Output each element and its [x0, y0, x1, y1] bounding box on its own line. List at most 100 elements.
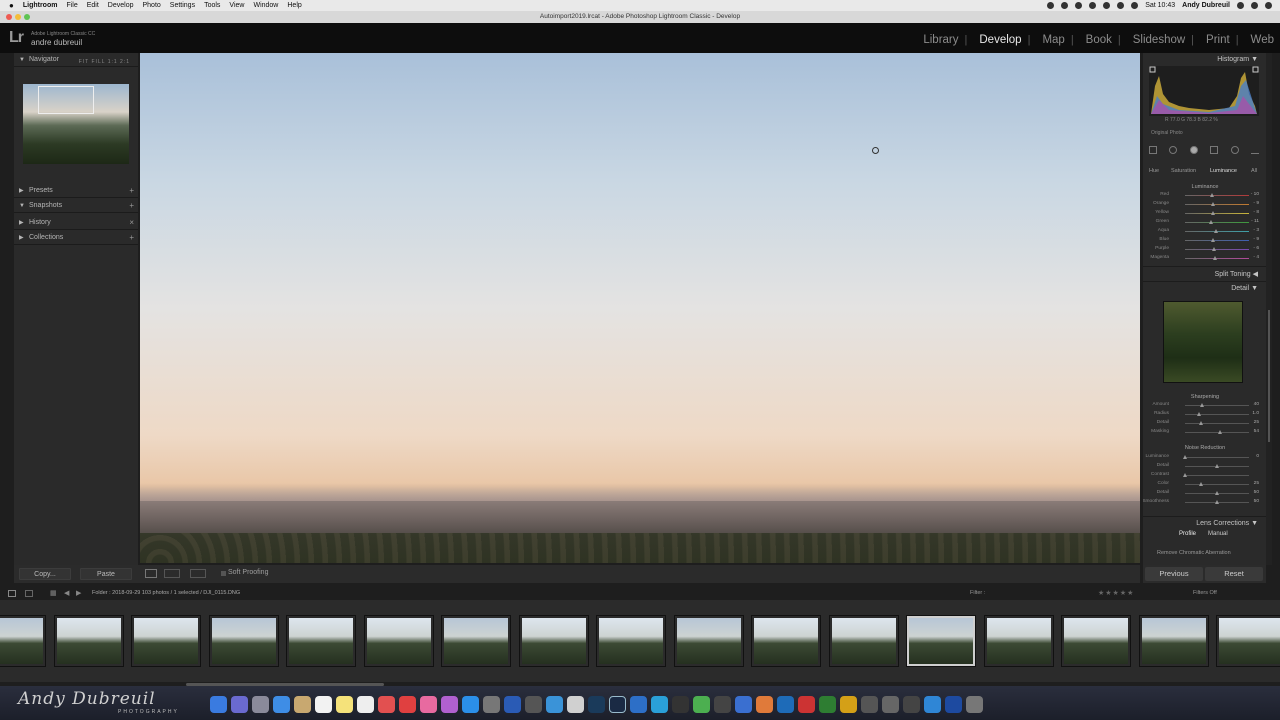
- wifi-icon[interactable]: [1103, 2, 1111, 9]
- filmstrip-thumbnail[interactable]: [596, 615, 666, 667]
- app-icon[interactable]: [714, 696, 731, 713]
- app-icon[interactable]: [735, 696, 752, 713]
- menubar-user[interactable]: Andy Dubreuil: [1182, 2, 1230, 9]
- slider-row[interactable]: Masking 54: [1147, 428, 1259, 437]
- photos-icon[interactable]: [378, 696, 395, 713]
- slider-track[interactable]: [1185, 414, 1249, 415]
- slider-track[interactable]: [1185, 204, 1249, 205]
- chrome-icon[interactable]: [693, 696, 710, 713]
- zoom-window-button[interactable]: [24, 14, 30, 20]
- previous-button[interactable]: Previous: [1145, 567, 1203, 581]
- slider-knob[interactable]: [1199, 421, 1203, 425]
- filmstrip-source-path[interactable]: Folder : 2018-09-29 103 photos / 1 selec…: [92, 590, 240, 596]
- slider-knob[interactable]: [1183, 473, 1187, 477]
- launchpad-icon[interactable]: [252, 696, 269, 713]
- detail-header[interactable]: Detail ▼: [1143, 281, 1266, 294]
- apple-menu-icon[interactable]: ●: [9, 1, 14, 10]
- navigator-zoom-options[interactable]: FIT FILL 1:1 2:1: [79, 55, 130, 69]
- back-arrow-icon[interactable]: ◀: [64, 589, 69, 597]
- slider-row[interactable]: Detail 25: [1147, 419, 1259, 428]
- rating-filter-stars-icon[interactable]: ★★★★★: [1098, 589, 1134, 597]
- upwork-icon[interactable]: [546, 696, 563, 713]
- system-preferences-icon[interactable]: [483, 696, 500, 713]
- module-book[interactable]: Book: [1086, 34, 1112, 46]
- slider-value[interactable]: 50: [1254, 490, 1259, 495]
- right-panel-scrollbar[interactable]: [1266, 53, 1272, 565]
- loupe-view-icon[interactable]: [145, 569, 157, 578]
- close-window-button[interactable]: [6, 14, 12, 20]
- battery-icon[interactable]: [1131, 2, 1139, 9]
- word-icon[interactable]: [504, 696, 521, 713]
- search-icon[interactable]: [1237, 2, 1244, 9]
- presets-header[interactable]: ▶ Presets +: [14, 184, 138, 198]
- filmstrip-thumbnail[interactable]: [208, 615, 279, 667]
- slider-knob[interactable]: [1213, 256, 1218, 260]
- slider-track[interactable]: [1185, 213, 1249, 214]
- slider-track[interactable]: [1185, 423, 1249, 424]
- history-header[interactable]: ▶ History ×: [14, 216, 138, 230]
- split-toning-header[interactable]: Split Toning ◀: [1143, 266, 1266, 279]
- filmstrip-thumbnail[interactable]: [0, 615, 46, 667]
- second-window-icon[interactable]: [25, 590, 33, 597]
- notification-center-icon[interactable]: [1265, 2, 1272, 9]
- menu-lightroom[interactable]: Lightroom: [23, 2, 58, 9]
- menubar-clock[interactable]: Sat 10:43: [1145, 2, 1175, 9]
- menu-settings[interactable]: Settings: [170, 2, 195, 9]
- snapshots-header[interactable]: ▼ Snapshots +: [14, 199, 138, 213]
- menu-view[interactable]: View: [229, 2, 244, 9]
- slider-row[interactable]: Blue - 9: [1147, 236, 1259, 245]
- filmstrip-thumbnail[interactable]: [1138, 615, 1209, 667]
- slider-row[interactable]: Amount 40: [1147, 401, 1259, 410]
- contacts-icon[interactable]: [294, 696, 311, 713]
- slider-row[interactable]: Smoothness 50: [1143, 498, 1259, 507]
- slider-row[interactable]: Red - 10: [1147, 191, 1259, 200]
- slider-track[interactable]: [1185, 249, 1249, 250]
- filmstrip-thumbnail[interactable]: [441, 615, 511, 667]
- navigator-header[interactable]: ▼ Navigator FIT FILL 1:1 2:1: [14, 53, 138, 67]
- disk-utility-icon[interactable]: [567, 696, 584, 713]
- app-icon[interactable]: [756, 696, 773, 713]
- module-map[interactable]: Map: [1042, 34, 1064, 46]
- filters-off-dropdown[interactable]: Filters Off: [1193, 590, 1217, 596]
- slider-row[interactable]: Green - 11: [1147, 218, 1259, 227]
- photoshop-icon[interactable]: [588, 696, 605, 713]
- add-preset-icon[interactable]: +: [129, 184, 134, 198]
- crop-tool-icon[interactable]: [1149, 146, 1157, 154]
- calendar-icon[interactable]: [315, 696, 332, 713]
- copy-settings-button[interactable]: Copy...: [19, 568, 71, 580]
- slider-knob[interactable]: [1215, 500, 1219, 504]
- menu-photo[interactable]: Photo: [142, 2, 160, 9]
- slider-row[interactable]: Purple - 6: [1147, 245, 1259, 254]
- tab-manual[interactable]: Manual: [1208, 531, 1228, 537]
- slider-knob[interactable]: [1210, 238, 1215, 242]
- status-icon[interactable]: [1089, 2, 1097, 9]
- slider-track[interactable]: [1185, 457, 1249, 458]
- filmstrip-thumbnail[interactable]: [1216, 615, 1280, 667]
- module-library[interactable]: Library: [923, 34, 958, 46]
- slider-value[interactable]: - 9: [1253, 201, 1259, 206]
- slider-knob[interactable]: [1209, 220, 1214, 224]
- slider-row[interactable]: Detail 50: [1147, 489, 1259, 498]
- safari-icon[interactable]: [273, 696, 290, 713]
- menu-help[interactable]: Help: [287, 2, 301, 9]
- reminders-icon[interactable]: [357, 696, 374, 713]
- slider-knob[interactable]: [1213, 229, 1218, 233]
- slider-value[interactable]: - 4: [1253, 255, 1259, 260]
- slider-track[interactable]: [1185, 195, 1249, 196]
- menu-window[interactable]: Window: [253, 2, 278, 9]
- slider-row[interactable]: Magenta - 4: [1147, 254, 1259, 263]
- app-store-icon[interactable]: [462, 696, 479, 713]
- filmstrip-thumbnail[interactable]: [906, 615, 976, 667]
- minimize-window-button[interactable]: [15, 14, 21, 20]
- podcasts-icon[interactable]: [441, 696, 458, 713]
- trash-icon[interactable]: [966, 696, 983, 713]
- radial-filter-icon[interactable]: [1230, 146, 1239, 154]
- filmstrip-thumbnail[interactable]: [363, 615, 434, 667]
- slider-track[interactable]: [1185, 240, 1249, 241]
- tab-hue[interactable]: Hue: [1149, 168, 1159, 174]
- slider-value[interactable]: - 10: [1251, 192, 1259, 197]
- soft-proofing-checkbox[interactable]: [221, 571, 226, 576]
- module-slideshow[interactable]: Slideshow: [1133, 34, 1185, 46]
- highlight-clip-icon[interactable]: [1252, 66, 1259, 73]
- main-photo[interactable]: [140, 53, 1140, 563]
